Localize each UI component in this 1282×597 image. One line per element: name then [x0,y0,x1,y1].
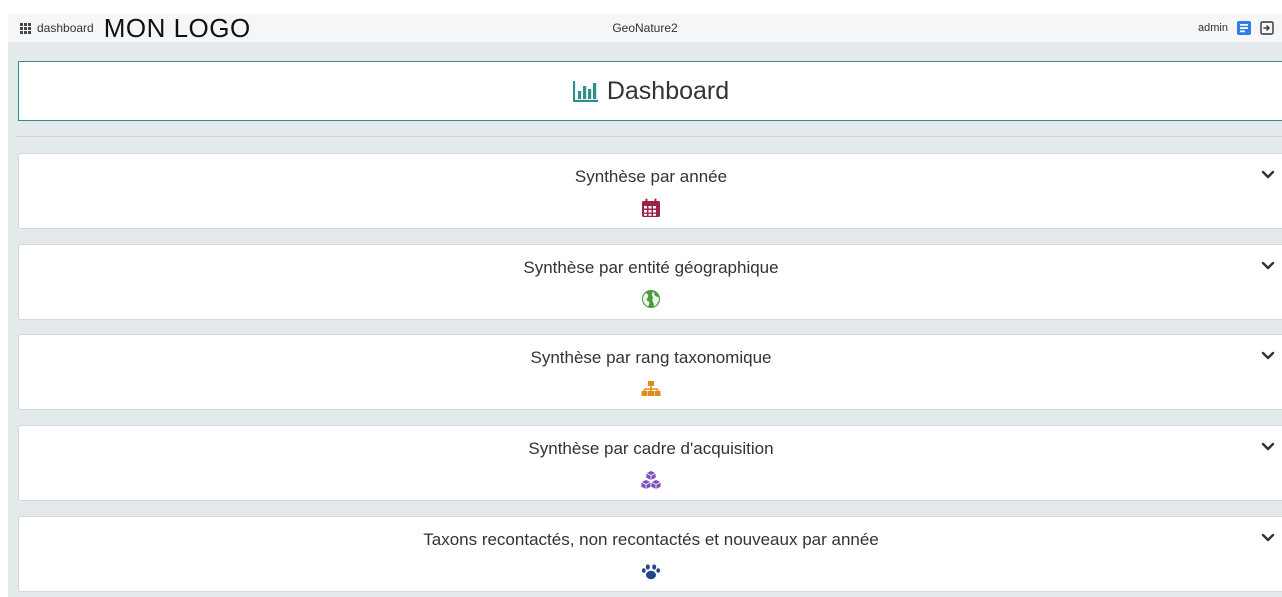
panel-synthese-entite-geographique[interactable]: Synthèse par entité géographique [18,244,1282,320]
paw-icon [641,564,661,580]
panel-title: Synthèse par rang taxonomique [530,348,772,367]
logo[interactable]: MON LOGO [104,13,251,44]
chevron-down-icon[interactable] [1261,261,1275,271]
chevron-down-icon[interactable] [1261,351,1275,361]
page-header: Dashboard [18,61,1282,121]
bar-chart-icon [572,81,598,102]
cubes-icon [640,470,662,490]
panel-title: Synthèse par cadre d'acquisition [528,439,774,458]
page-title: Dashboard [606,76,730,105]
calendar-icon [642,198,660,217]
sitemap-icon [641,381,661,396]
panel-title: Taxons recontactés, non recontactés et n… [423,530,879,549]
user-card-icon [1237,21,1251,35]
panel-synthese-cadre-acquisition[interactable]: Synthèse par cadre d'acquisition [18,425,1282,501]
main-content: Dashboard Synthèse par année Synthèse pa… [8,42,1282,597]
apps-menu-button[interactable] [20,22,37,34]
panel-synthese-rang-taxonomique[interactable]: Synthèse par rang taxonomique [18,334,1282,410]
chevron-down-icon[interactable] [1261,442,1275,452]
globe-icon [642,290,660,308]
panel-synthese-annee[interactable]: Synthèse par année [18,153,1282,229]
logout-button[interactable] [1260,21,1274,35]
divider [16,136,1282,137]
apps-grid-icon [20,22,31,34]
panel-taxons-recontactes[interactable]: Taxons recontactés, non recontactés et n… [18,516,1282,592]
top-navbar: dashboard MON LOGO GeoNature2 admin [8,13,1282,44]
current-module-label[interactable]: dashboard [37,21,94,35]
logout-icon [1260,21,1274,35]
chevron-down-icon[interactable] [1261,533,1275,543]
document-fragment [0,0,1282,6]
chevron-down-icon[interactable] [1261,170,1275,180]
panel-title: Synthèse par entité géographique [523,258,779,277]
username-label: admin [1198,22,1228,34]
user-info-button[interactable] [1236,20,1252,36]
panel-title: Synthèse par année [574,167,728,186]
